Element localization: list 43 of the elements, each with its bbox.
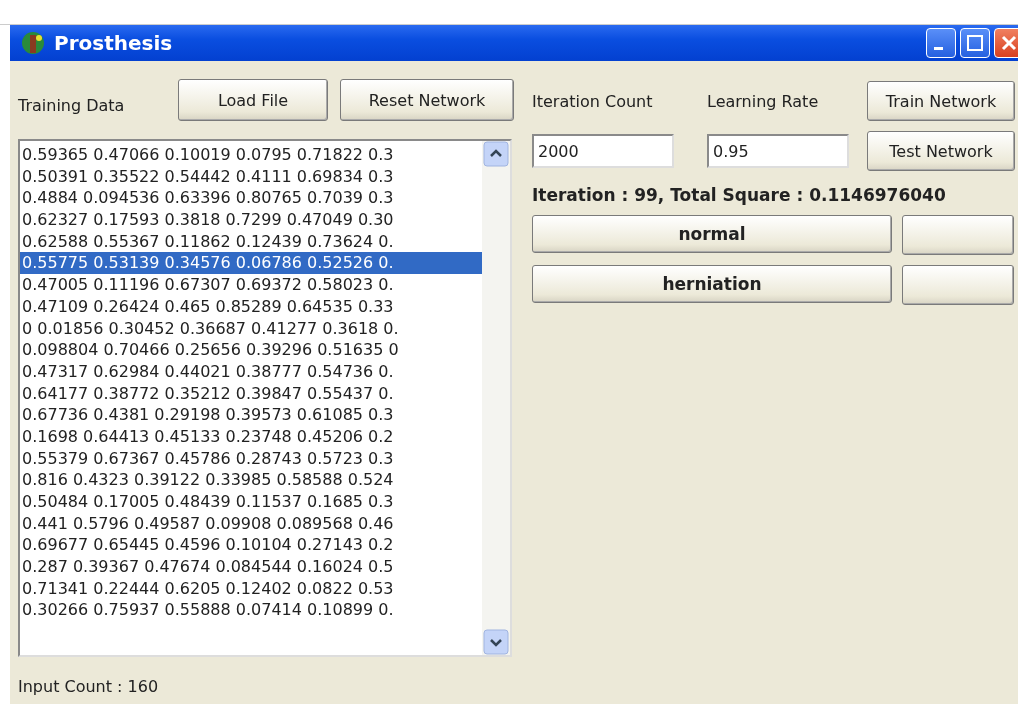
- list-item[interactable]: 0.287 0.39367 0.47674 0.084544 0.16024 0.5: [20, 556, 482, 578]
- list-item[interactable]: 0.441 0.5796 0.49587 0.09908 0.089568 0.46: [20, 512, 482, 535]
- list-item[interactable]: 0.71341 0.22444 0.6205 0.12402 0.0822 0.53: [20, 577, 482, 600]
- field-label: Learning Rate: [707, 91, 820, 111]
- scroll-down-button[interactable]: [483, 629, 509, 655]
- train-network-button[interactable]: Train Network: [867, 81, 1015, 121]
- list-item[interactable]: 0.55379 0.67367 0.45786 0.28743 0.5723 0.3: [20, 447, 482, 470]
- list-item[interactable]: 0.098804 0.70466 0.25656 0.39296 0.51635 0: [20, 339, 482, 361]
- reset-network-button[interactable]: Reset Network: [340, 79, 514, 121]
- app-icon: [20, 30, 46, 56]
- test-network-button[interactable]: Test Network: [867, 131, 1015, 171]
- scroll-up-button[interactable]: [483, 141, 509, 167]
- list-item[interactable]: 0.69677 0.65445 0.4596 0.10104 0.27143 0.2: [20, 534, 482, 557]
- list-item[interactable]: 0 0.01856 0.30452 0.36687 0.41277 0.3618 0.: [20, 317, 482, 340]
- minimize-button[interactable]: [926, 28, 956, 58]
- result-label[interactable]: normal: [532, 215, 892, 253]
- list-item[interactable]: 0.1698 0.64413 0.45133 0.23748 0.45206 0.2: [20, 425, 482, 448]
- list-item[interactable]: 0.62327 0.17593 0.3818 0.7299 0.47049 0.30: [20, 209, 482, 231]
- list-item[interactable]: 0.50391 0.35522 0.54442 0.4111 0.69834 0.3: [20, 165, 482, 188]
- list-item[interactable]: 0.47317 0.62984 0.44021 0.38777 0.54736 0.: [20, 360, 482, 383]
- input-count-status: Input Count : 160: [18, 677, 160, 696]
- input-field[interactable]: 2000: [532, 134, 674, 168]
- result-label[interactable]: herniation: [532, 265, 892, 303]
- list-item[interactable]: 0.64177 0.38772 0.35212 0.39847 0.55437 0.: [20, 382, 482, 405]
- load-file-button[interactable]: Load File: [178, 79, 328, 121]
- list-item[interactable]: 0.67736 0.4381 0.29198 0.39573 0.61085 0.3: [20, 404, 482, 426]
- field-label: Iteration Count: [532, 91, 654, 111]
- training-data-label: Training Data: [18, 95, 126, 115]
- training-data-list[interactable]: [18, 139, 512, 657]
- training-progress-text: Iteration : 99, Total Square : 0.1146976040: [532, 185, 947, 205]
- list-item[interactable]: 0.4884 0.094536 0.63396 0.80765 0.7039 0.3: [20, 187, 482, 210]
- close-button[interactable]: [994, 28, 1018, 58]
- list-item[interactable]: 0.816 0.4323 0.39122 0.33985 0.58588 0.524: [20, 469, 482, 491]
- list-item[interactable]: 0.50484 0.17005 0.48439 0.11537 0.1685 0.3: [20, 491, 482, 513]
- maximize-button[interactable]: [960, 28, 990, 58]
- list-item[interactable]: 0.55775 0.53139 0.34576 0.06786 0.52526 0.: [20, 252, 482, 275]
- list-item[interactable]: 0.47109 0.26424 0.465 0.85289 0.64535 0.33: [20, 295, 482, 318]
- input-field[interactable]: 0.95: [707, 134, 849, 168]
- list-item[interactable]: 0.59365 0.47066 0.10019 0.0795 0.71822 0.3: [20, 144, 482, 166]
- window-title: Prosthesis: [54, 31, 174, 55]
- list-item[interactable]: 0.30266 0.75937 0.55888 0.07414 0.10899 0.: [20, 599, 482, 622]
- list-item[interactable]: 0.47005 0.11196 0.67307 0.69372 0.58023 0.: [20, 274, 482, 296]
- list-item[interactable]: 0.62588 0.55367 0.11862 0.12439 0.73624 0.: [20, 230, 482, 253]
